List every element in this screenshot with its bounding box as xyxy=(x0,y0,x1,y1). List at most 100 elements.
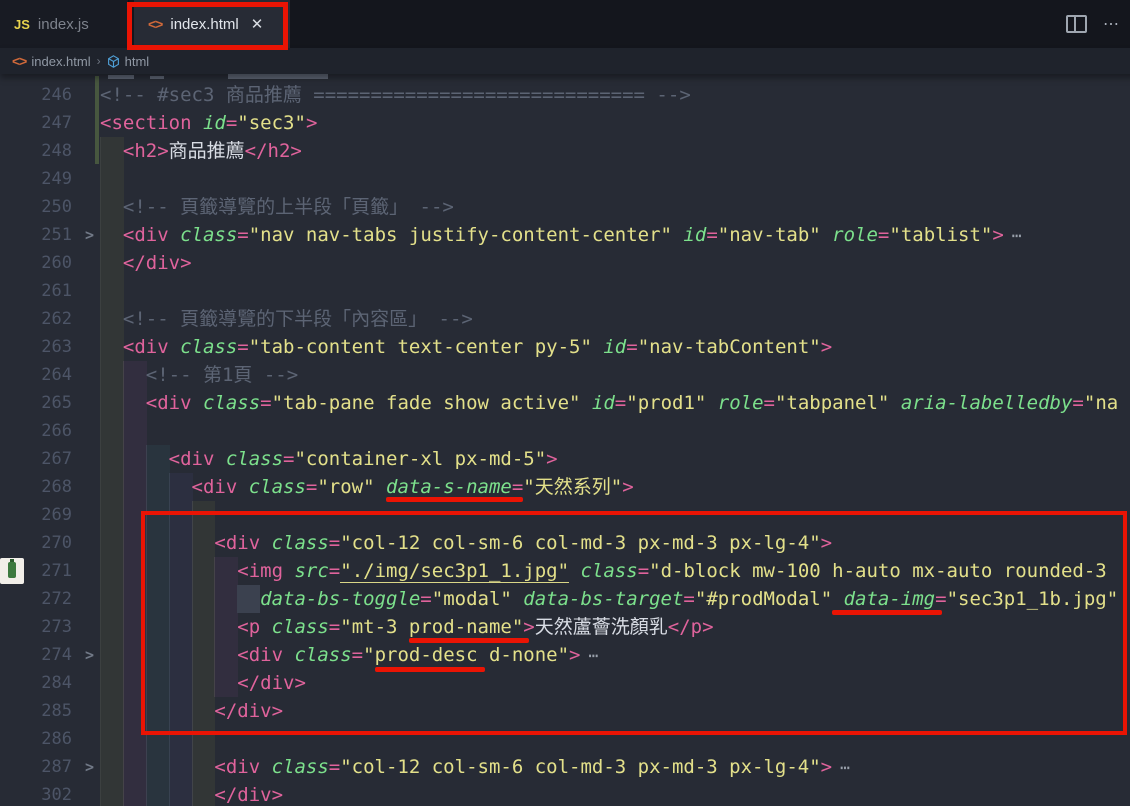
line-number: 270 xyxy=(12,529,72,557)
code-text: <div class="nav nav-tabs justify-content… xyxy=(100,221,1021,249)
gutter[interactable]: 260 xyxy=(0,249,100,277)
code-line[interactable]: 262<!-- 頁籤導覽的下半段「內容區」 --> xyxy=(0,305,1130,333)
gutter[interactable]: 265 xyxy=(0,389,100,417)
gutter[interactable]: 251> xyxy=(0,221,100,249)
code-token: class xyxy=(249,476,306,498)
gutter[interactable]: 302 xyxy=(0,781,100,806)
gutter[interactable]: 284 xyxy=(0,669,100,697)
code-line[interactable]: 302</div> xyxy=(0,781,1130,806)
code-line[interactable]: 265 <div class="tab-pane fade show active… xyxy=(0,389,1130,417)
code-cell: <!-- 頁籤導覽的下半段「內容區」 --> xyxy=(100,305,1130,333)
gutter[interactable]: 268 xyxy=(0,473,100,501)
code-token: data-s-name xyxy=(386,476,512,498)
code-line[interactable]: 263<div class="tab-content text-center p… xyxy=(0,333,1130,361)
code-cell: <!-- 第1頁 --> xyxy=(100,361,1130,389)
code-line[interactable]: 251><div class="nav nav-tabs justify-con… xyxy=(0,221,1130,249)
code-text: <div class="tab-pane fade show active" i… xyxy=(100,389,1118,417)
code-token: = xyxy=(1072,392,1083,414)
code-line[interactable]: 287><div class="col-12 col-sm-6 col-md-3… xyxy=(0,753,1130,781)
code-cell: </div> xyxy=(100,249,1130,277)
line-number: 263 xyxy=(12,333,72,361)
code-line[interactable]: 261 xyxy=(0,277,1130,305)
annotation-underline-prod-desc xyxy=(375,667,486,672)
code-token: class xyxy=(180,224,237,246)
gutter[interactable]: 266 xyxy=(0,417,100,445)
gutter[interactable]: 263 xyxy=(0,333,100,361)
gutter[interactable]: 270 xyxy=(0,529,100,557)
gutter[interactable]: 262 xyxy=(0,305,100,333)
code-token: "nav-tab" xyxy=(718,224,832,246)
code-line[interactable]: 267<div class="container-xl px-md-5"> xyxy=(0,445,1130,473)
code-token: id xyxy=(683,224,706,246)
fold-chevron-icon[interactable]: > xyxy=(85,221,94,249)
more-actions-icon[interactable]: ⋯ xyxy=(1103,14,1120,34)
line-number: 272 xyxy=(12,585,72,613)
code-text: <!-- 頁籤導覽的下半段「內容區」 --> xyxy=(100,305,473,333)
code-token: "nav nav-tabs justify-content-center" xyxy=(249,224,684,246)
gutter[interactable]: 261 xyxy=(0,277,100,305)
gutter[interactable]: 273 xyxy=(0,613,100,641)
code-cell: </div> xyxy=(100,781,1130,806)
annotation-underline-data-img xyxy=(832,610,942,615)
line-number: 264 xyxy=(12,361,72,389)
line-number: 287 xyxy=(12,753,72,781)
code-line[interactable]: 246<!-- #sec3 商品推薦 =====================… xyxy=(0,81,1130,109)
code-line[interactable]: 260 </div> xyxy=(0,249,1130,277)
code-token: = xyxy=(226,112,237,134)
code-cell: <div class="row" data-s-name="天然系列"> xyxy=(100,473,1130,501)
indent-guide xyxy=(100,417,124,445)
code-line[interactable]: 247<section id="sec3"> xyxy=(0,109,1130,137)
gutter[interactable]: 287 > xyxy=(0,753,100,781)
code-token: ⋯ xyxy=(840,758,850,777)
gutter[interactable]: 286 xyxy=(0,725,100,753)
gutter[interactable]: 267 xyxy=(0,445,100,473)
code-text: <!-- #sec3 商品推薦 ========================… xyxy=(100,81,691,109)
code-cell xyxy=(100,277,1130,305)
code-line[interactable]: 266 xyxy=(0,417,1130,445)
split-editor-icon[interactable] xyxy=(1066,15,1087,33)
gutter[interactable]: 271 xyxy=(0,557,100,585)
code-text: </div> xyxy=(100,781,283,806)
gutter[interactable]: 274 > xyxy=(0,641,100,669)
code-token: = xyxy=(615,392,626,414)
code-line[interactable]: 264 <!-- 第1頁 --> xyxy=(0,361,1130,389)
code-token: id xyxy=(603,336,626,358)
breadcrumb-item-html[interactable]: html xyxy=(107,54,150,69)
fold-chevron-icon[interactable]: > xyxy=(85,753,94,781)
code-token: role xyxy=(832,224,878,246)
html-file-icon: <> xyxy=(12,53,26,69)
gutter[interactable]: 250 xyxy=(0,193,100,221)
code-token: </div> xyxy=(123,252,192,274)
code-cell: <!-- 頁籤導覽的上半段「頁籤」 --> xyxy=(100,193,1130,221)
code-line[interactable]: 248<h2>商品推薦</h2> xyxy=(0,137,1130,165)
gutter[interactable]: 247 xyxy=(0,109,100,137)
code-text: <h2>商品推薦</h2> xyxy=(100,137,302,165)
gutter[interactable]: 246 xyxy=(0,81,100,109)
code-token: <div xyxy=(123,336,180,358)
code-token: "container-xl px-md-5" xyxy=(294,448,546,470)
code-token: = xyxy=(764,392,775,414)
code-token: "na xyxy=(1084,392,1118,414)
breadcrumb: <> index.html › html xyxy=(0,48,1130,74)
code-line[interactable]: 249 xyxy=(0,165,1130,193)
line-number: 265 xyxy=(12,389,72,417)
fold-chevron-icon[interactable]: > xyxy=(85,641,94,669)
gutter[interactable]: 285 xyxy=(0,697,100,725)
line-number: 274 xyxy=(12,641,72,669)
gutter[interactable]: 272 xyxy=(0,585,100,613)
code-token: <h2> xyxy=(123,140,169,162)
code-line[interactable]: 268<div class="row" data-s-name="天然系列"> xyxy=(0,473,1130,501)
code-token: <div xyxy=(123,224,180,246)
code-token: "nav-tabContent" xyxy=(638,336,821,358)
gutter[interactable]: 249 xyxy=(0,165,100,193)
tab-index-js[interactable]: JS index.js xyxy=(0,0,129,48)
breadcrumb-item-file[interactable]: <> index.html xyxy=(12,53,91,69)
gutter[interactable]: 264 xyxy=(0,361,100,389)
code-token: class xyxy=(226,448,283,470)
gutter[interactable]: 248 xyxy=(0,137,100,165)
tab-label: index.js xyxy=(38,16,89,33)
gutter[interactable]: 269 xyxy=(0,501,100,529)
clipped-line-fragment xyxy=(108,75,134,79)
code-line[interactable]: 250<!-- 頁籤導覽的上半段「頁籤」 --> xyxy=(0,193,1130,221)
code-token: class xyxy=(272,756,329,778)
